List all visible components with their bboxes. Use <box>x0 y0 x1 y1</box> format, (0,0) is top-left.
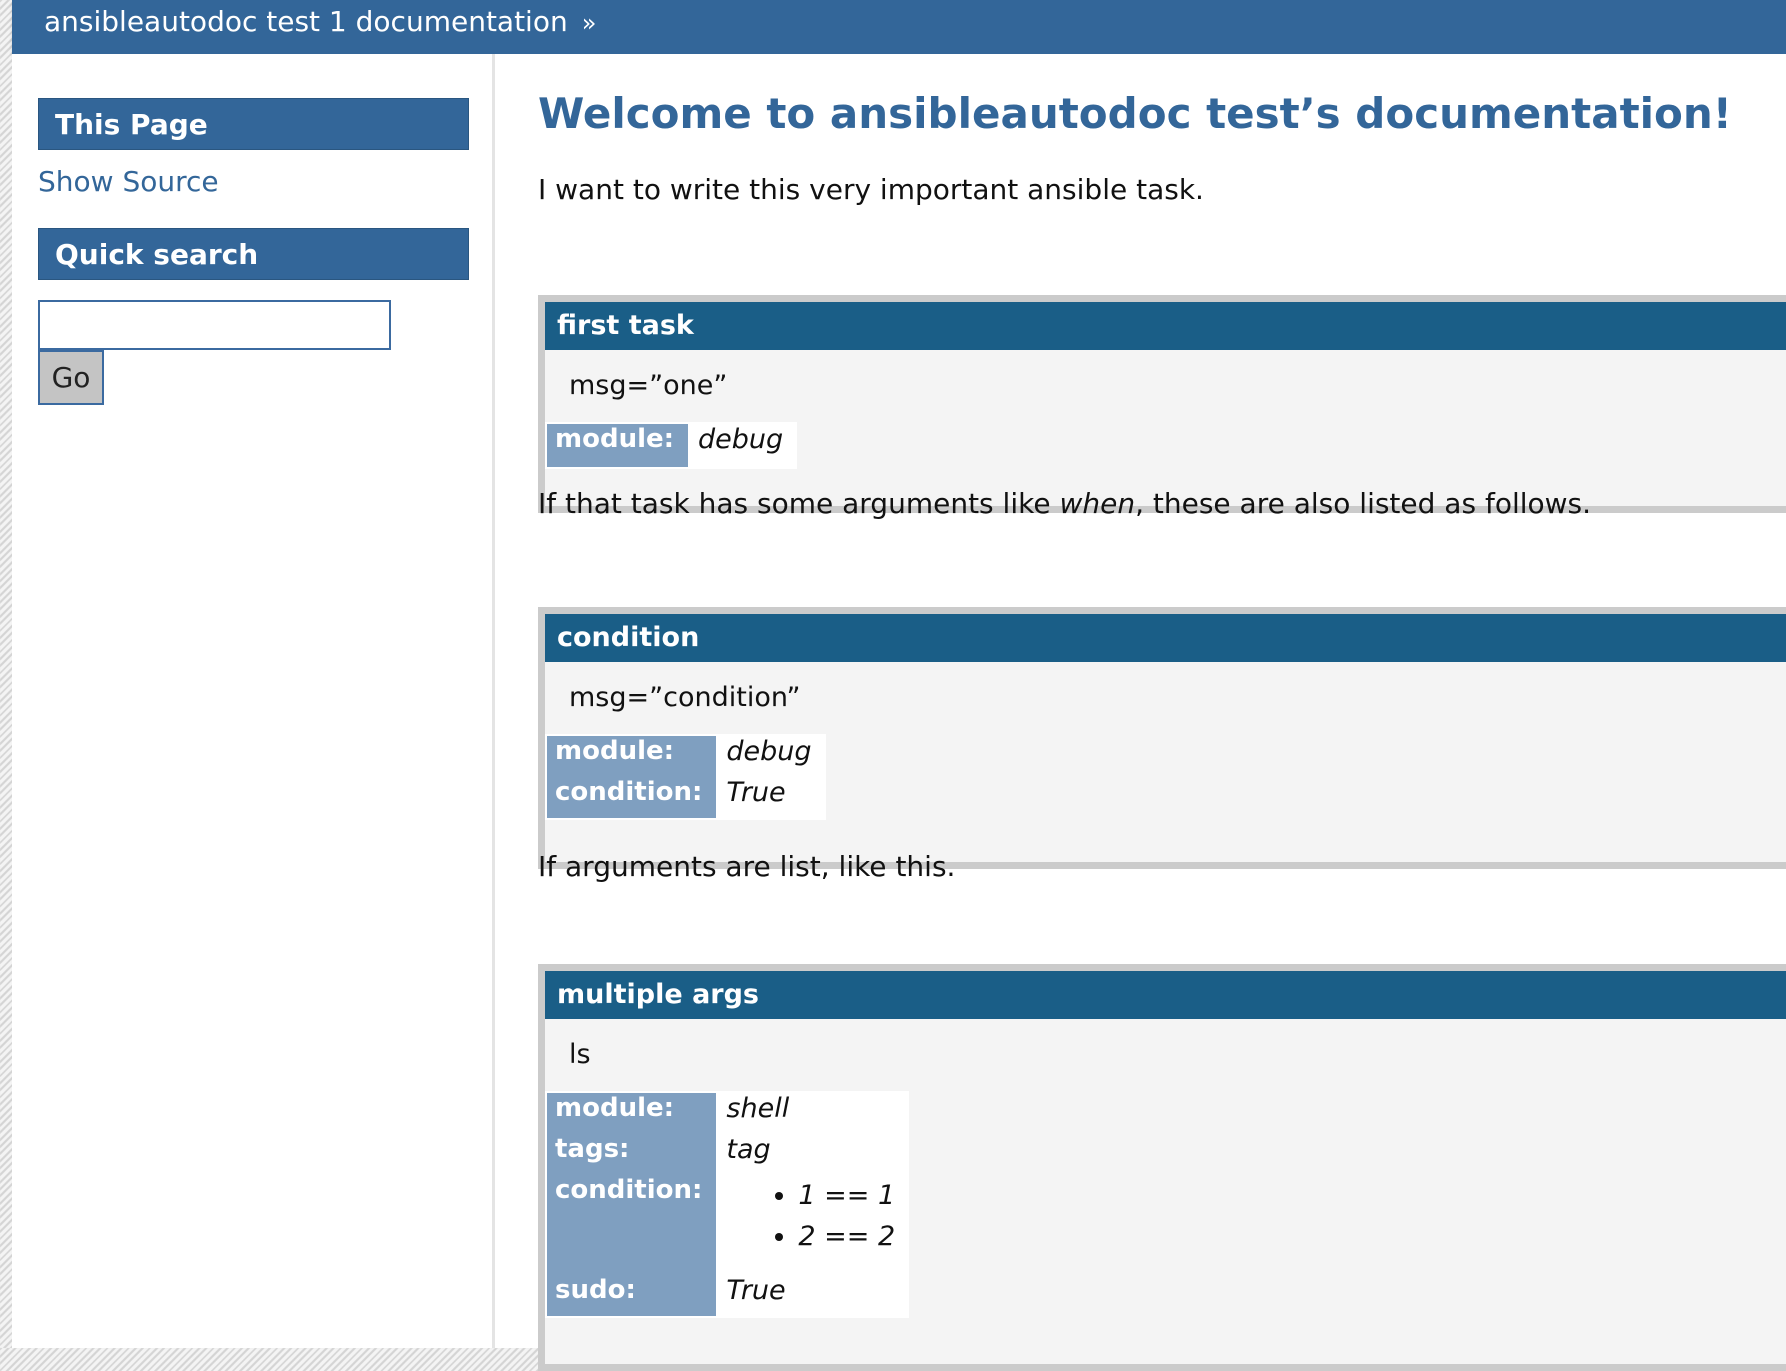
field-row-sudo: sudo: True <box>546 1275 909 1317</box>
top-navigation-bar: ansibleautodoc test 1 documentation » <box>12 0 1786 54</box>
intro-paragraph: I want to write this very important ansi… <box>538 173 1204 206</box>
field-value: True <box>716 1275 909 1317</box>
field-row-module: module: debug <box>546 423 797 468</box>
field-label: condition: <box>546 777 717 819</box>
task-args: ls <box>569 1039 591 1070</box>
show-source-link[interactable]: Show Source <box>38 164 219 200</box>
go-button[interactable]: Go <box>38 350 104 405</box>
breadcrumb-separator: » <box>581 9 597 37</box>
task-title: condition <box>545 614 1786 662</box>
field-row-tags: tags: tag <box>546 1134 909 1175</box>
list-item: 2 == 2 <box>798 1216 895 1257</box>
task-title: multiple args <box>545 971 1786 1019</box>
condition-list: 1 == 1 2 == 2 <box>726 1175 895 1257</box>
conditions-emphasis: when <box>1059 487 1136 520</box>
field-value: debug <box>688 423 797 468</box>
field-label: tags: <box>546 1134 717 1175</box>
task-block-multiple-args: multiple args ls module: shell tags: tag… <box>538 964 1786 1371</box>
list-arguments-paragraph: If arguments are list, like this. <box>538 850 956 883</box>
quick-search-heading: Quick search <box>38 228 469 280</box>
field-row-module: module: shell <box>546 1092 909 1134</box>
task-block-condition: condition msg=”condition” module: debug … <box>538 607 1786 869</box>
page-title: Welcome to ansibleautodoc test’s documen… <box>538 89 1732 138</box>
breadcrumb-title: ansibleautodoc test 1 documentation <box>44 5 568 38</box>
field-row-condition: condition: 1 == 1 2 == 2 <box>546 1175 909 1275</box>
conditions-text-before: If that task has some arguments like <box>538 487 1060 520</box>
task-fields-table: module: shell tags: tag condition: 1 == … <box>545 1091 910 1318</box>
field-label: module: <box>546 1092 717 1134</box>
field-row-module: module: debug <box>546 735 825 777</box>
this-page-heading: This Page <box>38 98 469 150</box>
field-label: sudo: <box>546 1275 717 1317</box>
list-item: 1 == 1 <box>798 1175 895 1216</box>
page-body: This Page Show Source Quick search Go We… <box>12 54 1786 1371</box>
task-args: msg=”one” <box>569 370 728 401</box>
field-label: module: <box>546 735 717 777</box>
sidebar: This Page Show Source Quick search Go <box>12 54 495 1348</box>
conditions-text-after: , these are also listed as follows. <box>1135 487 1592 520</box>
breadcrumb-home-link[interactable]: ansibleautodoc test 1 documentation » <box>44 4 596 41</box>
search-input[interactable] <box>38 300 391 350</box>
field-value-list: 1 == 1 2 == 2 <box>716 1175 909 1275</box>
task-fields-table: module: debug condition: True <box>545 734 826 820</box>
main-content: Welcome to ansibleautodoc test’s documen… <box>535 54 1786 1371</box>
field-label: condition: <box>546 1175 717 1275</box>
task-fields-table: module: debug <box>545 422 798 469</box>
conditions-paragraph: If that task has some arguments like whe… <box>538 486 1591 522</box>
field-value: tag <box>716 1134 909 1175</box>
field-value: shell <box>716 1092 909 1134</box>
task-title: first task <box>545 302 1786 350</box>
task-block-first-task: first task msg=”one” module: debug <box>538 295 1786 513</box>
field-value: debug <box>716 735 825 777</box>
field-label: module: <box>546 423 689 468</box>
task-args: msg=”condition” <box>569 682 801 713</box>
field-row-condition: condition: True <box>546 777 825 819</box>
field-value: True <box>716 777 825 819</box>
